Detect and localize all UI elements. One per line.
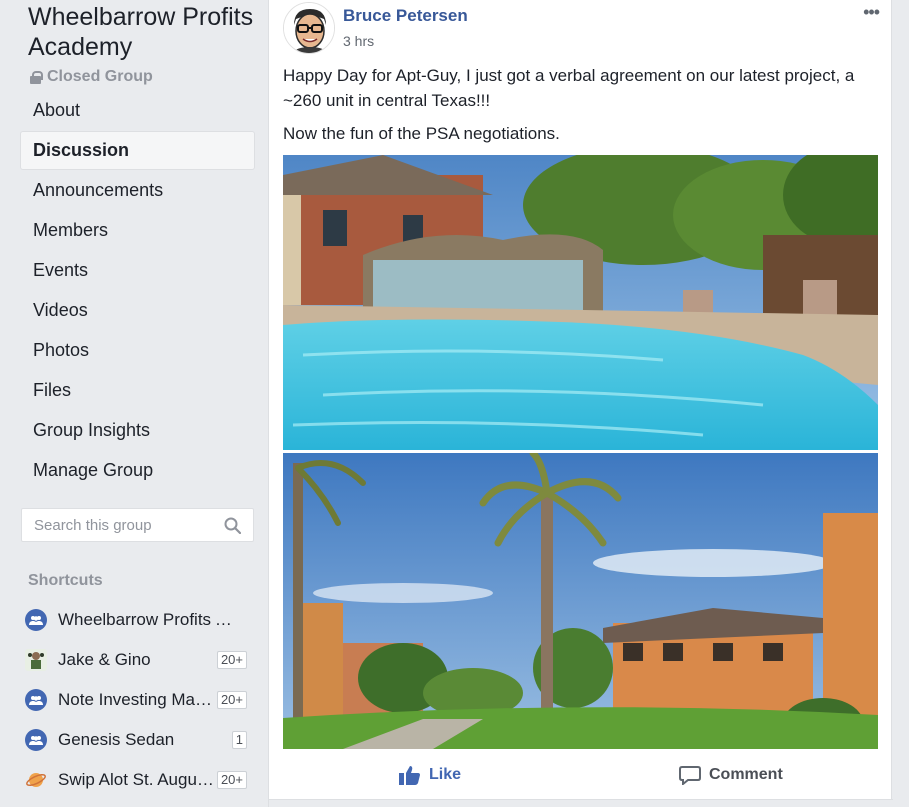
nav-item-files[interactable]: Files bbox=[21, 372, 254, 409]
shortcut-item[interactable]: Swip Alot St. Augustine 20+ bbox=[25, 760, 253, 800]
shortcut-count-badge: 20+ bbox=[216, 771, 247, 789]
shortcut-item[interactable]: Jake & Gino 20+ bbox=[25, 640, 253, 680]
shortcut-item[interactable]: Wheelbarrow Profits Academy bbox=[25, 600, 253, 640]
nav-item-photos[interactable]: Photos bbox=[21, 332, 254, 369]
like-label: Like bbox=[429, 766, 462, 783]
comment-label: Comment bbox=[709, 766, 783, 783]
post-timestamp[interactable]: 3 hrs bbox=[343, 33, 374, 49]
group-search bbox=[21, 508, 254, 542]
left-sidebar: Wheelbarrow Profits Academy Closed Group… bbox=[0, 0, 268, 807]
group-icon bbox=[25, 689, 47, 711]
comment-button[interactable]: Comment bbox=[679, 756, 783, 794]
lock-icon bbox=[30, 70, 43, 84]
shortcut-item[interactable]: Note Investing Made Easy 20+ bbox=[25, 680, 253, 720]
nav-item-manage-group[interactable]: Manage Group bbox=[21, 452, 254, 489]
shortcut-label: Swip Alot St. Augustine bbox=[58, 770, 214, 789]
shortcut-count-badge: 1 bbox=[231, 731, 247, 749]
nav-item-about[interactable]: About bbox=[21, 92, 254, 129]
post-paragraph: Happy Day for Apt-Guy, I just got a verb… bbox=[283, 66, 855, 110]
search-icon[interactable] bbox=[224, 517, 241, 534]
shortcuts-heading: Shortcuts bbox=[28, 572, 103, 589]
shortcut-item[interactable]: Genesis Sedan 1 bbox=[25, 720, 253, 760]
more-options-icon[interactable]: ••• bbox=[863, 2, 880, 23]
shortcut-label: Note Investing Made Easy bbox=[58, 690, 214, 709]
group-privacy: Closed Group bbox=[30, 68, 153, 86]
shortcuts-list: Wheelbarrow Profits Academy Jake & Gino … bbox=[25, 600, 253, 800]
card-bottom-divider bbox=[269, 799, 893, 807]
post-body: Happy Day for Apt-Guy, I just got a verb… bbox=[283, 63, 881, 154]
nav-item-discussion[interactable]: Discussion bbox=[21, 132, 254, 169]
group-icon bbox=[25, 729, 47, 751]
nav-item-members[interactable]: Members bbox=[21, 212, 254, 249]
group-nav: About Discussion Announcements Members E… bbox=[21, 92, 254, 492]
post-paragraph: Now the fun of the PSA negotiations. bbox=[283, 124, 560, 143]
author-avatar[interactable] bbox=[283, 2, 335, 54]
group-privacy-label: Closed Group bbox=[47, 68, 153, 85]
shortcut-count-badge: 20+ bbox=[216, 691, 247, 709]
group-icon bbox=[25, 609, 47, 631]
nav-item-events[interactable]: Events bbox=[21, 252, 254, 289]
thumbs-up-icon bbox=[399, 766, 420, 785]
like-button[interactable]: Like bbox=[399, 756, 461, 794]
post-card: Bruce Petersen 3 hrs ••• Happy Day for A… bbox=[268, 0, 893, 807]
nav-item-videos[interactable]: Videos bbox=[21, 292, 254, 329]
nav-item-announcements[interactable]: Announcements bbox=[21, 172, 254, 209]
planet-icon bbox=[25, 769, 47, 791]
post-author[interactable]: Bruce Petersen bbox=[343, 6, 468, 26]
shortcut-count-badge: 20+ bbox=[216, 651, 247, 669]
post-photo-pool[interactable] bbox=[283, 155, 878, 450]
post-photo-courtyard[interactable] bbox=[283, 453, 878, 749]
group-name[interactable]: Wheelbarrow Profits Academy bbox=[28, 2, 263, 62]
nav-item-group-insights[interactable]: Group Insights bbox=[21, 412, 254, 449]
post-actions: Like Comment bbox=[269, 756, 891, 794]
shortcut-label: Wheelbarrow Profits Academy bbox=[58, 610, 242, 629]
shortcut-label: Genesis Sedan bbox=[58, 730, 175, 749]
search-input[interactable] bbox=[22, 516, 212, 534]
comment-bubble-icon bbox=[679, 766, 701, 785]
shortcut-label: Jake & Gino bbox=[58, 650, 151, 669]
jake-gino-avatar-icon bbox=[25, 649, 47, 671]
